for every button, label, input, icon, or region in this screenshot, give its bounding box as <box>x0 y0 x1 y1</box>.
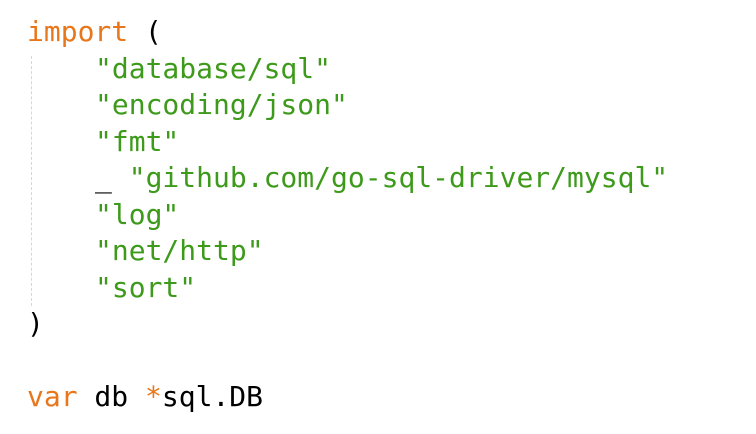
code-line-import-path: "sort" <box>27 270 756 307</box>
code-line-import-path: _ "github.com/go-sql-driver/mysql" <box>27 160 756 197</box>
keyword-var: var <box>27 380 78 413</box>
code-line-import-path: "encoding/json" <box>27 87 756 124</box>
code-editor[interactable]: import ( "database/sql" "encoding/json" … <box>0 0 756 434</box>
blank-identifier: _ <box>95 161 129 194</box>
code-line-import-path: "net/http" <box>27 233 756 270</box>
import-path: "github.com/go-sql-driver/mysql" <box>128 161 669 194</box>
keyword-import: import <box>27 15 129 48</box>
code-line-var: var db *sql.DB <box>27 379 756 416</box>
code-line-import-path: "database/sql" <box>27 51 756 88</box>
var-type: sql.DB <box>161 380 264 413</box>
var-name: db <box>77 380 146 413</box>
code-line-import-path: "log" <box>27 197 756 234</box>
code-line-close-paren: ) <box>27 306 756 343</box>
import-path: "fmt" <box>95 124 180 158</box>
import-path: "log" <box>95 197 180 231</box>
open-paren: ( <box>145 15 162 48</box>
pointer-star: * <box>145 380 162 413</box>
import-path: "database/sql" <box>95 51 332 85</box>
import-path: "net/http" <box>95 234 264 267</box>
indent-guide <box>31 56 32 306</box>
code-line-import-path: "fmt" <box>27 124 756 161</box>
import-path: "encoding/json" <box>95 88 348 121</box>
close-paren: ) <box>27 307 44 340</box>
code-line-import: import ( <box>27 14 756 51</box>
import-path: "sort" <box>95 270 197 304</box>
